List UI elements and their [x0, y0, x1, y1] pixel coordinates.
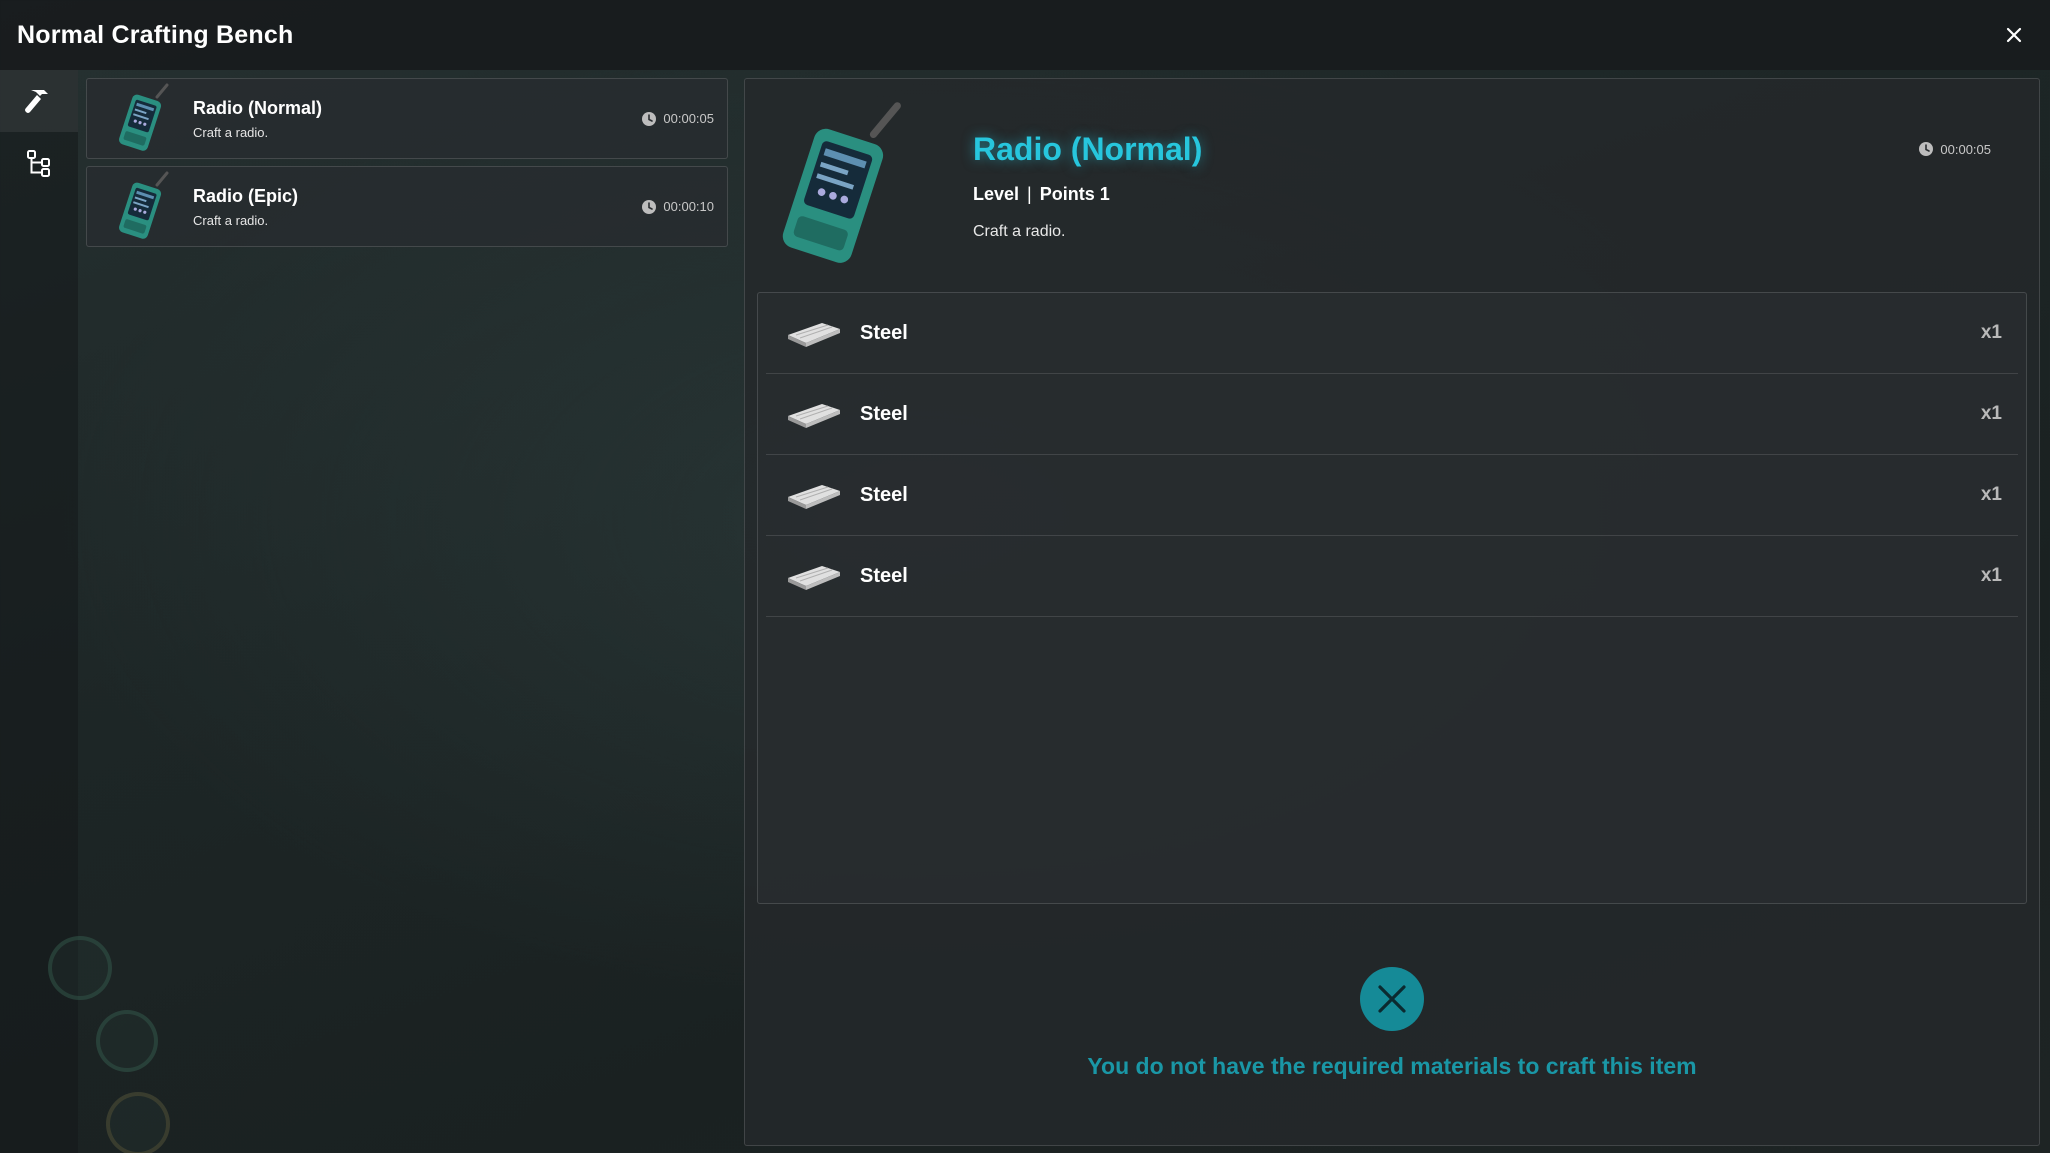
- clock-icon: [641, 111, 657, 127]
- recipe-detail-panel: Radio (Normal) Level | Points 1 Craft a ra…: [744, 78, 2040, 1146]
- window-title: Normal Crafting Bench: [17, 20, 294, 49]
- materials-list: Steel x1 Steel x1 Steel x1 Steel x1: [757, 292, 2027, 904]
- clock-icon: [1918, 141, 1934, 157]
- crafting-tab[interactable]: [0, 70, 78, 132]
- material-row: Steel x1: [766, 293, 2018, 374]
- x-circle-icon: [1360, 967, 1424, 1031]
- detail-timer: 00:00:05: [1918, 141, 1991, 157]
- craft-status: You do not have the required materials t…: [745, 967, 2039, 1080]
- material-name: Steel: [860, 321, 908, 344]
- recipe-timer: 00:00:10: [641, 199, 714, 215]
- recipe-name: Radio (Normal): [193, 97, 323, 118]
- material-name: Steel: [860, 564, 908, 587]
- detail-header: Radio (Normal) Level | Points 1 Craft a ra…: [745, 79, 2039, 289]
- level-label: Level: [973, 184, 1020, 204]
- title-bar: Normal Crafting Bench: [0, 0, 2050, 70]
- steel-icon: [784, 475, 844, 515]
- radio-icon: [107, 83, 179, 155]
- recipe-name: Radio (Epic): [193, 185, 299, 206]
- close-icon: [2006, 27, 2022, 43]
- hammer-icon: [25, 90, 48, 113]
- steel-icon: [784, 394, 844, 434]
- detail-title: Radio (Normal): [973, 131, 1203, 167]
- recipe-description: Craft a radio.: [193, 124, 269, 140]
- material-qty: x1: [1980, 403, 2002, 424]
- hud-ring-3: [106, 1092, 170, 1153]
- recipe-description: Craft a radio.: [193, 212, 269, 228]
- detail-meta: Level | Points 1: [973, 184, 1110, 205]
- points-label: Points 1: [1039, 184, 1110, 204]
- recipe-time: 00:00:05: [663, 111, 714, 126]
- material-name: Steel: [860, 483, 908, 506]
- detail-description: Craft a radio.: [973, 223, 1066, 240]
- recipe-time: 00:00:10: [663, 199, 714, 214]
- tree-icon: [27, 150, 50, 177]
- material-qty: x1: [1980, 565, 2002, 586]
- material-row: Steel x1: [766, 455, 2018, 536]
- steel-icon: [784, 313, 844, 353]
- material-qty: x1: [1980, 484, 2002, 505]
- hud-ring-2: [96, 1010, 158, 1072]
- recipe-list: Radio (Normal) Craft a radio. 00:00:05 R…: [86, 78, 728, 254]
- meta-separator: |: [1027, 184, 1032, 204]
- radio-icon: [107, 171, 179, 243]
- hud-ring-1: [48, 936, 112, 1000]
- close-button[interactable]: [1998, 19, 2030, 51]
- recipe-item-radio-epic[interactable]: Radio (Epic) Craft a radio. 00:00:10: [86, 166, 728, 247]
- tech-tree-tab[interactable]: [0, 132, 78, 194]
- status-message: You do not have the required materials t…: [1087, 1053, 1697, 1079]
- material-row: Steel x1: [766, 374, 2018, 455]
- clock-icon: [641, 199, 657, 215]
- recipe-item-radio-normal[interactable]: Radio (Normal) Craft a radio. 00:00:05: [86, 78, 728, 159]
- detail-time: 00:00:05: [1940, 141, 1991, 157]
- recipe-timer: 00:00:05: [641, 111, 714, 127]
- material-qty: x1: [1980, 322, 2002, 343]
- steel-icon: [784, 556, 844, 596]
- material-row: Steel x1: [766, 536, 2018, 617]
- material-name: Steel: [860, 402, 908, 425]
- radio-icon: [765, 101, 915, 273]
